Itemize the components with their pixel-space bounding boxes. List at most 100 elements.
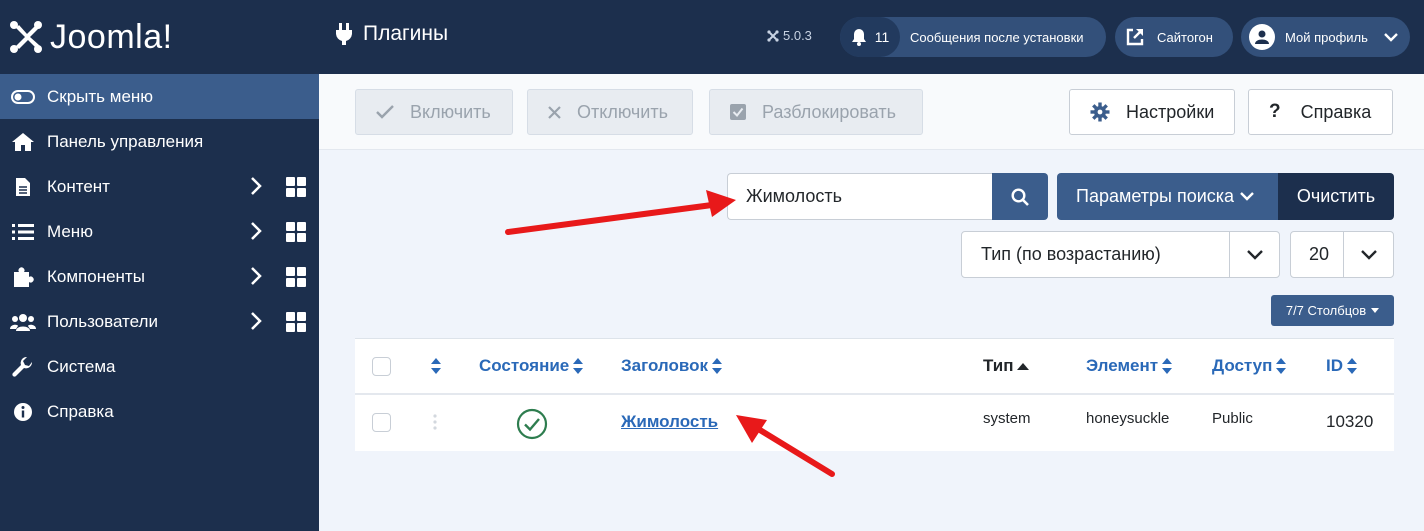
type-column-header[interactable]: Тип	[983, 356, 1030, 376]
title-column-header[interactable]: Заголовок	[621, 356, 723, 376]
joomla-logo[interactable]: Joomla!	[0, 0, 319, 74]
sidebar-item-menus[interactable]: Меню	[0, 209, 319, 254]
info-icon	[10, 401, 36, 423]
help-button[interactable]: ? Справка	[1248, 89, 1393, 135]
sidebar-item-users[interactable]: Пользователи	[0, 299, 319, 344]
enable-label: Включить	[410, 101, 491, 122]
search-icon	[1011, 187, 1029, 206]
sidebar-item-help[interactable]: Справка	[0, 389, 319, 434]
times-icon	[548, 105, 561, 119]
table-row: Жимолость system honeysuckle Public 1032…	[355, 397, 1394, 452]
check-in-button[interactable]: Разблокировать	[709, 89, 923, 135]
check-icon	[376, 105, 394, 119]
brand-name: Joomla!	[50, 17, 173, 56]
select-all-checkbox[interactable]	[372, 357, 391, 376]
toolbar: Включить Отключить Разблокировать Настро…	[319, 74, 1424, 150]
dashboard-grid-icon[interactable]	[286, 267, 306, 287]
search-tools-button[interactable]: Параметры поиска	[1057, 173, 1278, 220]
notification-count-badge: 11	[840, 17, 900, 57]
user-avatar-icon	[1249, 24, 1275, 50]
id-column-header[interactable]: ID	[1326, 356, 1357, 376]
clear-button[interactable]: Очистить	[1278, 173, 1394, 220]
table-header: Состояние Заголовок Тип Элемент Доступ I…	[355, 339, 1394, 395]
checkbox-checked-icon	[730, 104, 746, 120]
enable-button[interactable]: Включить	[355, 89, 513, 135]
chevron-right-icon[interactable]	[250, 311, 262, 336]
drag-handle-icon[interactable]	[432, 413, 438, 431]
external-link-icon	[1126, 28, 1144, 46]
status-column-header[interactable]: Состояние	[479, 356, 584, 376]
users-icon	[10, 311, 36, 333]
bell-icon	[851, 29, 866, 46]
chevron-down-icon	[1240, 192, 1254, 201]
user-profile-button[interactable]: Мой профиль	[1241, 17, 1410, 57]
row-access: Public	[1212, 410, 1253, 427]
options-button[interactable]: Настройки	[1069, 89, 1235, 135]
view-site-button[interactable]: Сайтогон	[1115, 17, 1233, 57]
notification-count: 11	[874, 29, 890, 45]
sidebar-item-label: Пользователи	[47, 311, 158, 331]
dashboard-grid-icon[interactable]	[286, 222, 306, 242]
row-type: system	[983, 410, 1031, 427]
element-column-header[interactable]: Элемент	[1086, 356, 1173, 376]
file-icon	[10, 176, 36, 198]
chevron-right-icon[interactable]	[250, 176, 262, 201]
ordering-sort-button[interactable]	[431, 358, 441, 374]
post-install-messages-button[interactable]: 11 Сообщения после установки	[840, 17, 1106, 57]
sort-icon	[712, 358, 723, 374]
access-header-label: Доступ	[1212, 356, 1273, 375]
columns-button[interactable]: 7/7 Столбцов	[1271, 295, 1394, 326]
sidebar-item-label: Компоненты	[47, 266, 145, 286]
list-icon	[10, 221, 36, 243]
site-label: Сайтогон	[1157, 29, 1213, 45]
sidebar-item-hide-menu[interactable]: Скрыть меню	[0, 74, 319, 119]
dashboard-grid-icon[interactable]	[286, 312, 306, 332]
search-tools-label: Параметры поиска	[1076, 186, 1235, 206]
header: Плагины 5.0.3 11 Сообщения после установ…	[319, 0, 1424, 74]
row-checkbox[interactable]	[372, 413, 391, 432]
plugin-title-link[interactable]: Жимолость	[621, 412, 718, 432]
sidebar-item-content[interactable]: Контент	[0, 164, 319, 209]
sidebar-item-system[interactable]: Система	[0, 344, 319, 389]
sidebar-item-label: Меню	[47, 221, 93, 241]
search-button[interactable]	[992, 173, 1048, 220]
annotation-arrow-to-search	[505, 190, 736, 235]
chevron-down-icon	[1384, 32, 1398, 42]
sort-icon	[1347, 358, 1357, 374]
plug-icon	[336, 23, 352, 45]
sort-asc-icon	[1017, 362, 1030, 370]
sidebar-item-dashboard[interactable]: Панель управления	[0, 119, 319, 164]
sidebar: Joomla! Скрыть меню Панель управления Ко…	[0, 0, 319, 531]
sidebar-item-label: Скрыть меню	[47, 86, 154, 106]
status-toggle-button[interactable]	[516, 408, 548, 440]
joomla-small-icon	[767, 29, 779, 42]
check-in-label: Разблокировать	[762, 101, 897, 122]
notification-label: Сообщения после установки	[910, 29, 1084, 45]
access-column-header[interactable]: Доступ	[1212, 356, 1287, 376]
sidebar-item-label: Панель управления	[47, 131, 204, 151]
search-input[interactable]: Жимолость	[727, 173, 993, 220]
sort-icon	[573, 358, 584, 374]
type-header-label: Тип	[983, 356, 1014, 375]
disable-button[interactable]: Отключить	[527, 89, 693, 135]
list-limit-select[interactable]: 20	[1290, 231, 1394, 278]
dashboard-grid-icon[interactable]	[286, 177, 306, 197]
sort-icon	[1276, 358, 1287, 374]
id-header-label: ID	[1326, 356, 1343, 375]
sort-order-select[interactable]: Тип (по возрастанию)	[961, 231, 1280, 278]
options-label: Настройки	[1126, 101, 1215, 122]
help-label: Справка	[1300, 101, 1372, 122]
sort-icon	[431, 358, 441, 374]
sort-icon	[1162, 358, 1173, 374]
joomla-logo-icon	[10, 21, 42, 53]
sidebar-item-components[interactable]: Компоненты	[0, 254, 319, 299]
sidebar-item-label: Справка	[47, 401, 114, 421]
caret-down-icon	[1371, 308, 1380, 313]
row-id: 10320	[1326, 412, 1374, 431]
chevron-right-icon[interactable]	[250, 221, 262, 246]
sidebar-item-label: Система	[47, 356, 116, 376]
chevron-right-icon[interactable]	[250, 266, 262, 291]
sort-order-value: Тип (по возрастанию)	[981, 244, 1161, 264]
status-header-label: Состояние	[479, 356, 570, 375]
row-element: honeysuckle	[1086, 410, 1170, 427]
